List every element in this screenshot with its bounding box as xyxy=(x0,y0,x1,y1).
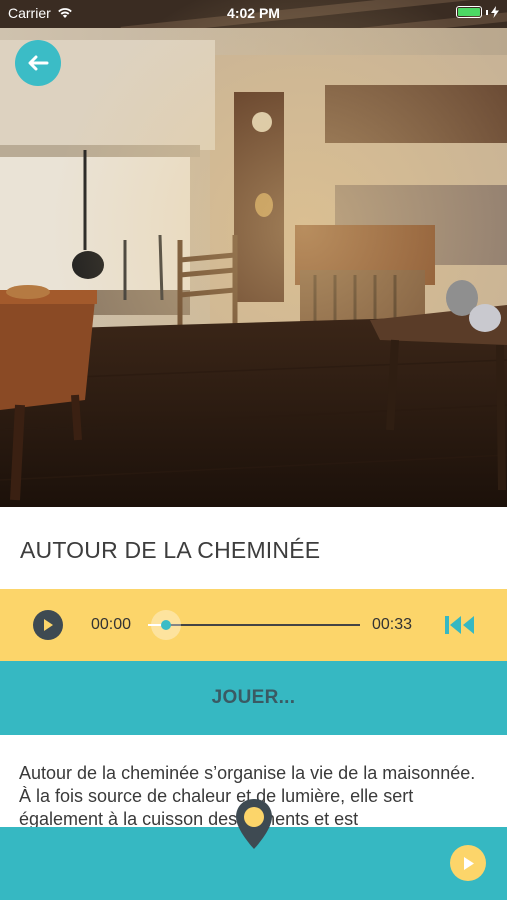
play-button[interactable] xyxy=(33,610,63,640)
total-time: 00:33 xyxy=(372,616,413,633)
interior-photo xyxy=(0,0,507,507)
back-button[interactable] xyxy=(15,40,61,86)
play-icon xyxy=(44,619,53,631)
title-section: AUTOUR DE LA CHEMINÉE xyxy=(0,507,507,589)
status-right xyxy=(456,6,499,18)
play-action-label: JOUER... xyxy=(211,687,296,708)
charging-icon xyxy=(491,6,499,18)
current-time: 00:00 xyxy=(91,616,132,633)
audio-player: 00:00 00:33 xyxy=(0,589,507,661)
hero-photo: Carrier 4:02 PM xyxy=(0,0,507,507)
page-title: AUTOUR DE LA CHEMINÉE xyxy=(20,537,321,563)
status-time: 4:02 PM xyxy=(227,5,280,21)
arrow-left-icon xyxy=(28,55,49,71)
map-pin-icon[interactable] xyxy=(234,797,274,853)
battery-nub xyxy=(486,9,488,15)
next-button[interactable] xyxy=(450,845,486,881)
status-bar: Carrier 4:02 PM xyxy=(0,0,507,28)
skip-back-icon[interactable] xyxy=(444,613,476,637)
play-action-button[interactable]: JOUER... xyxy=(0,661,507,735)
battery-icon xyxy=(456,6,482,18)
play-icon xyxy=(463,856,474,870)
progress-thumb[interactable] xyxy=(161,620,171,630)
